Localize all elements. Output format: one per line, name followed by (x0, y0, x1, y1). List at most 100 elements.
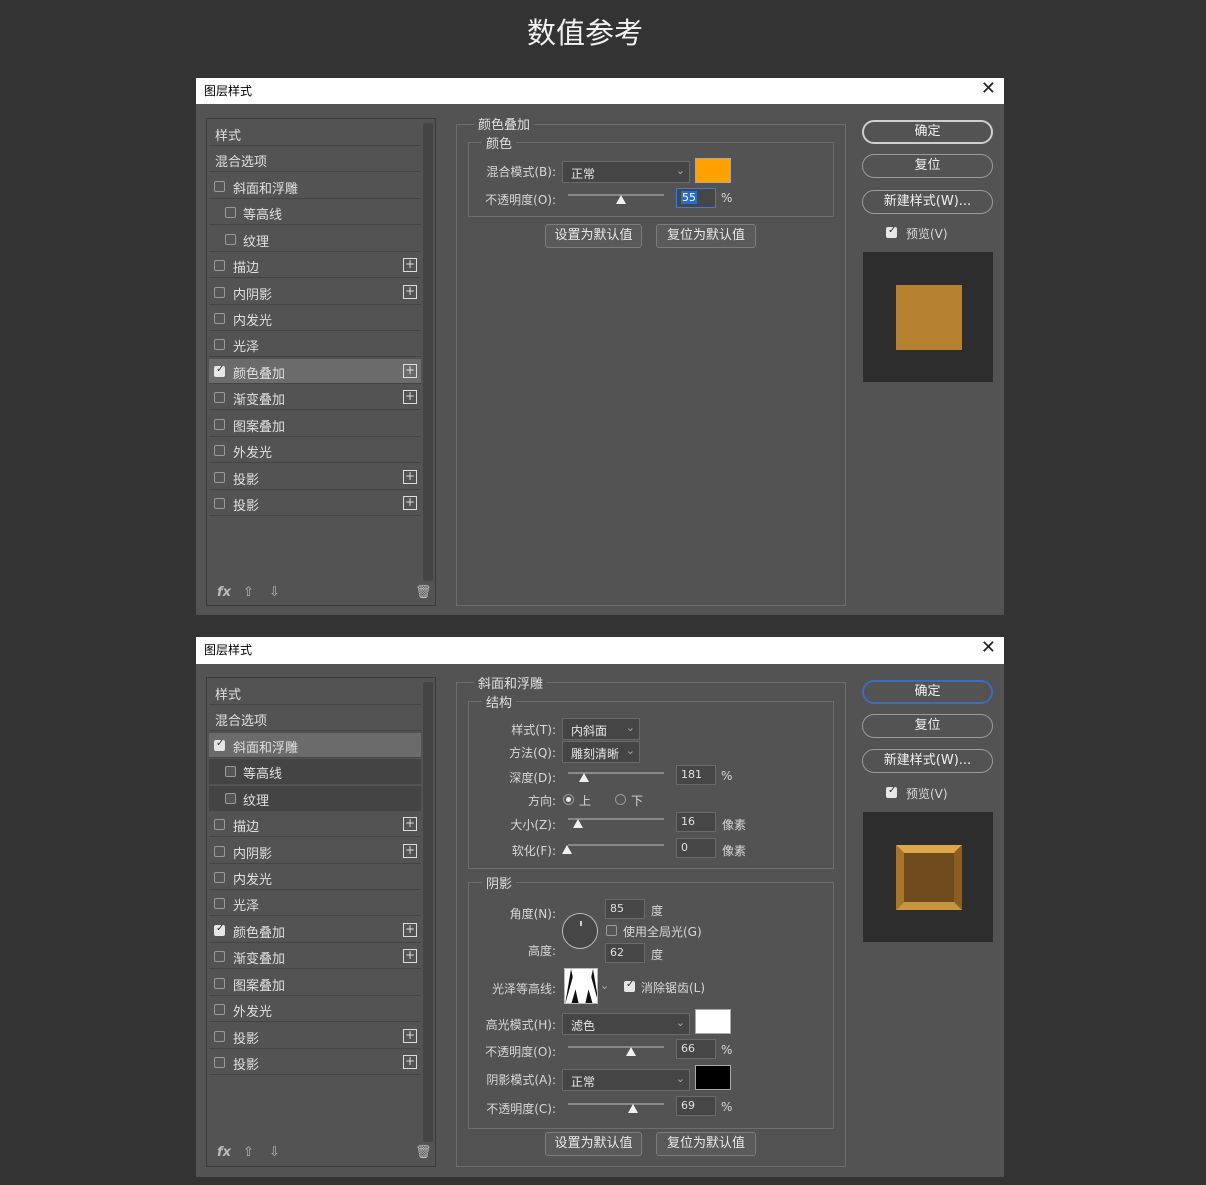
technique-select[interactable]: 雕刻清晰 ⌄ (562, 741, 640, 763)
reset-default-button[interactable]: 复位为默认值 (656, 1132, 756, 1156)
style-item-drop-shadow-2[interactable]: 投影 + (209, 491, 421, 516)
blend-mode-select[interactable]: 正常 ⌄ (562, 161, 690, 183)
style-item-contour[interactable]: 等高线 (209, 759, 421, 784)
checkbox-icon[interactable] (214, 846, 225, 857)
size-slider-thumb[interactable] (573, 819, 583, 828)
add-icon[interactable]: + (403, 390, 417, 404)
close-icon[interactable]: ✕ (981, 79, 996, 99)
soften-slider-thumb[interactable] (562, 845, 572, 854)
overlay-color-swatch[interactable] (695, 158, 731, 183)
opacity-input[interactable]: 55 (676, 188, 716, 208)
direction-up-radio[interactable] (563, 794, 574, 805)
style-item-stroke[interactable]: 描边 + (209, 253, 421, 278)
bevel-style-select[interactable]: 内斜面 ⌄ (562, 718, 640, 740)
gloss-contour-picker[interactable] (564, 968, 598, 1004)
shadow-opacity-slider-thumb[interactable] (628, 1104, 638, 1113)
shadow-color-swatch[interactable] (695, 1065, 731, 1090)
style-item-inner-glow[interactable]: 内发光 (209, 306, 421, 331)
checkbox-icon[interactable] (225, 793, 236, 804)
add-icon[interactable]: + (403, 258, 417, 272)
reset-button[interactable]: 复位 (862, 714, 993, 738)
style-item-gradient-overlay[interactable]: 渐变叠加 + (209, 944, 421, 969)
style-item-inner-shadow[interactable]: 内阴影 + (209, 839, 421, 864)
style-item-color-overlay[interactable]: 颜色叠加+ (209, 918, 421, 943)
add-icon[interactable]: + (403, 923, 417, 937)
soften-slider-track[interactable] (568, 844, 664, 846)
trash-icon[interactable]: 🗑 (415, 1145, 432, 1160)
style-item-inner-glow[interactable]: 内发光 (209, 865, 421, 890)
checkbox-icon[interactable] (214, 872, 225, 883)
new-style-button[interactable]: 新建样式(W)... (862, 749, 993, 773)
move-down-icon[interactable]: ⇩ (269, 1145, 280, 1160)
add-icon[interactable]: + (403, 285, 417, 299)
soften-input[interactable]: 0 (676, 838, 716, 858)
add-icon[interactable]: + (403, 1029, 417, 1043)
checkbox-icon[interactable] (214, 287, 225, 298)
anti-alias-checkbox[interactable] (624, 979, 635, 992)
opacity-slider-thumb[interactable] (616, 195, 626, 204)
move-up-icon[interactable]: ⇧ (243, 585, 254, 600)
checkbox-icon[interactable] (214, 260, 225, 271)
size-input[interactable]: 16 (676, 812, 716, 832)
checkbox-icon[interactable] (214, 498, 225, 509)
add-icon[interactable]: + (403, 496, 417, 510)
reset-default-button[interactable]: 复位为默认值 (656, 224, 756, 248)
ok-button[interactable]: 确定 (862, 120, 993, 144)
style-item-texture[interactable]: 纹理 (209, 786, 421, 811)
add-icon[interactable]: + (403, 844, 417, 858)
checkbox-icon[interactable] (214, 978, 225, 989)
checkbox-icon[interactable] (214, 181, 225, 192)
style-item-contour[interactable]: 等高线 (209, 200, 421, 225)
checkbox-icon[interactable] (214, 392, 225, 403)
style-item-drop-shadow-2[interactable]: 投影 + (209, 1050, 421, 1075)
move-up-icon[interactable]: ⇧ (243, 1145, 254, 1160)
highlight-opacity-slider-thumb[interactable] (626, 1047, 636, 1056)
style-item-satin[interactable]: 光泽 (209, 332, 421, 357)
style-item-pattern-overlay[interactable]: 图案叠加 (209, 971, 421, 996)
style-item-color-overlay[interactable]: 颜色叠加+ (209, 359, 421, 384)
checkbox-icon[interactable] (214, 339, 225, 350)
scrollbar[interactable] (423, 682, 433, 1142)
style-list-header[interactable]: 样式 (209, 121, 421, 146)
depth-input[interactable]: 181 (676, 765, 716, 785)
checkbox-icon[interactable] (214, 1057, 225, 1068)
add-icon[interactable]: + (403, 1055, 417, 1069)
move-down-icon[interactable]: ⇩ (269, 585, 280, 600)
checkbox-icon[interactable] (214, 819, 225, 830)
angle-input[interactable]: 85 (605, 899, 645, 919)
shadow-opacity-slider-track[interactable] (568, 1103, 664, 1105)
add-icon[interactable]: + (403, 364, 417, 378)
checkbox-checked-icon[interactable] (214, 364, 225, 377)
highlight-mode-select[interactable]: 滤色 ⌄ (562, 1013, 690, 1035)
altitude-input[interactable]: 62 (605, 943, 645, 963)
preview-checkbox[interactable] (886, 225, 897, 238)
style-item-blending-options[interactable]: 混合选项 (209, 706, 421, 731)
style-item-texture[interactable]: 纹理 (209, 227, 421, 252)
preview-checkbox[interactable] (886, 785, 897, 798)
direction-down-radio[interactable] (615, 794, 626, 805)
highlight-color-swatch[interactable] (695, 1009, 731, 1034)
checkbox-icon[interactable] (214, 1031, 225, 1042)
add-icon[interactable]: + (403, 470, 417, 484)
trash-icon[interactable]: 🗑 (415, 585, 432, 600)
style-item-stroke[interactable]: 描边 + (209, 812, 421, 837)
fx-icon[interactable]: fx (217, 585, 231, 600)
make-default-button[interactable]: 设置为默认值 (545, 1132, 642, 1156)
highlight-opacity-slider-track[interactable] (568, 1046, 664, 1048)
checkbox-icon[interactable] (214, 313, 225, 324)
shadow-mode-select[interactable]: 正常 ⌄ (562, 1069, 690, 1091)
checkbox-icon[interactable] (225, 207, 236, 218)
style-item-pattern-overlay[interactable]: 图案叠加 (209, 412, 421, 437)
scrollbar[interactable] (423, 123, 433, 581)
checkbox-icon[interactable] (214, 472, 225, 483)
style-item-drop-shadow[interactable]: 投影 + (209, 1024, 421, 1049)
make-default-button[interactable]: 设置为默认值 (545, 224, 642, 248)
global-light-checkbox[interactable] (606, 925, 617, 936)
ok-button[interactable]: 确定 (862, 680, 993, 704)
style-item-inner-shadow[interactable]: 内阴影 + (209, 280, 421, 305)
checkbox-icon[interactable] (225, 766, 236, 777)
reset-button[interactable]: 复位 (862, 154, 993, 178)
new-style-button[interactable]: 新建样式(W)... (862, 190, 993, 214)
add-icon[interactable]: + (403, 817, 417, 831)
style-item-bevel-emboss[interactable]: 斜面和浮雕 (209, 174, 421, 199)
